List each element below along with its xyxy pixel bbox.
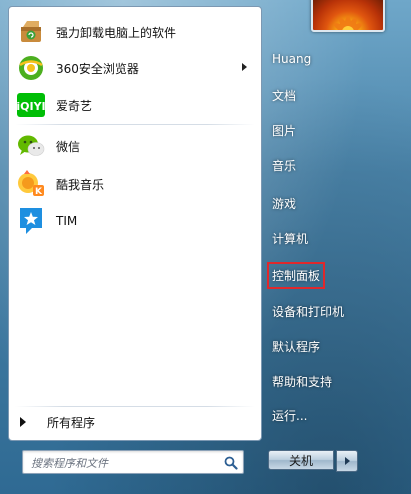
- games-link[interactable]: 游戏: [272, 195, 296, 212]
- program-item-uninstaller[interactable]: 强力卸载电脑上的软件: [13, 15, 257, 49]
- pinned-separator: [15, 124, 255, 125]
- 360-browser-icon: [15, 52, 47, 84]
- program-label: 爱奇艺: [56, 98, 93, 113]
- search-box[interactable]: [22, 450, 244, 474]
- iqiyi-icon: iQIYI: [15, 89, 47, 121]
- expand-arrow-icon: [20, 417, 26, 427]
- shutdown-button[interactable]: 关机: [268, 450, 334, 470]
- program-label: 微信: [56, 139, 81, 154]
- documents-link[interactable]: 文档: [272, 87, 296, 104]
- program-label: 酷我音乐: [56, 177, 105, 192]
- program-item-tim[interactable]: TIM: [13, 204, 257, 238]
- start-menu: 强力卸载电脑上的软件 360安全浏览器 iQIYI 爱奇艺 微信 K 酷我音乐 …: [0, 0, 411, 494]
- search-icon[interactable]: [224, 455, 238, 470]
- program-label: 强力卸载电脑上的软件: [56, 25, 177, 40]
- chevron-right-icon: [344, 457, 350, 465]
- program-label: TIM: [56, 214, 78, 228]
- user-name-link[interactable]: Huang: [272, 52, 311, 66]
- help-and-support-link[interactable]: 帮助和支持: [272, 373, 332, 390]
- music-link[interactable]: 音乐: [272, 157, 296, 174]
- programs-pane: 强力卸载电脑上的软件 360安全浏览器 iQIYI 爱奇艺 微信 K 酷我音乐 …: [8, 6, 262, 441]
- all-programs-separator: [15, 406, 255, 407]
- pictures-link[interactable]: 图片: [272, 122, 296, 139]
- program-item-wechat[interactable]: 微信: [13, 129, 257, 163]
- search-input[interactable]: [29, 453, 223, 473]
- svg-text:K: K: [35, 187, 43, 197]
- tim-icon: [15, 205, 47, 237]
- all-programs-label: 所有程序: [47, 415, 96, 430]
- uninstall-box-icon: [15, 16, 47, 48]
- svg-text:iQIYI: iQIYI: [16, 100, 45, 113]
- submenu-arrow-icon[interactable]: [242, 63, 247, 71]
- program-label: 360安全浏览器: [56, 61, 139, 76]
- control-panel-link[interactable]: 控制面板: [266, 262, 326, 289]
- wechat-icon: [15, 130, 47, 162]
- program-item-360-browser[interactable]: 360安全浏览器: [13, 51, 257, 85]
- default-programs-link[interactable]: 默认程序: [272, 338, 320, 355]
- computer-link[interactable]: 计算机: [272, 230, 308, 247]
- program-item-kuwo-music[interactable]: K 酷我音乐: [13, 167, 257, 201]
- devices-and-printers-link[interactable]: 设备和打印机: [272, 303, 344, 320]
- places-pane: Huang 文档 图片 音乐 游戏 计算机 控制面板 设备和打印机 默认程序 帮…: [262, 0, 411, 440]
- all-programs-button[interactable]: 所有程序: [17, 411, 257, 433]
- run-link[interactable]: 运行...: [272, 407, 307, 424]
- program-item-iqiyi[interactable]: iQIYI 爱奇艺: [13, 88, 257, 122]
- shutdown-options-button[interactable]: [336, 450, 358, 472]
- kuwo-music-icon: K: [15, 168, 47, 200]
